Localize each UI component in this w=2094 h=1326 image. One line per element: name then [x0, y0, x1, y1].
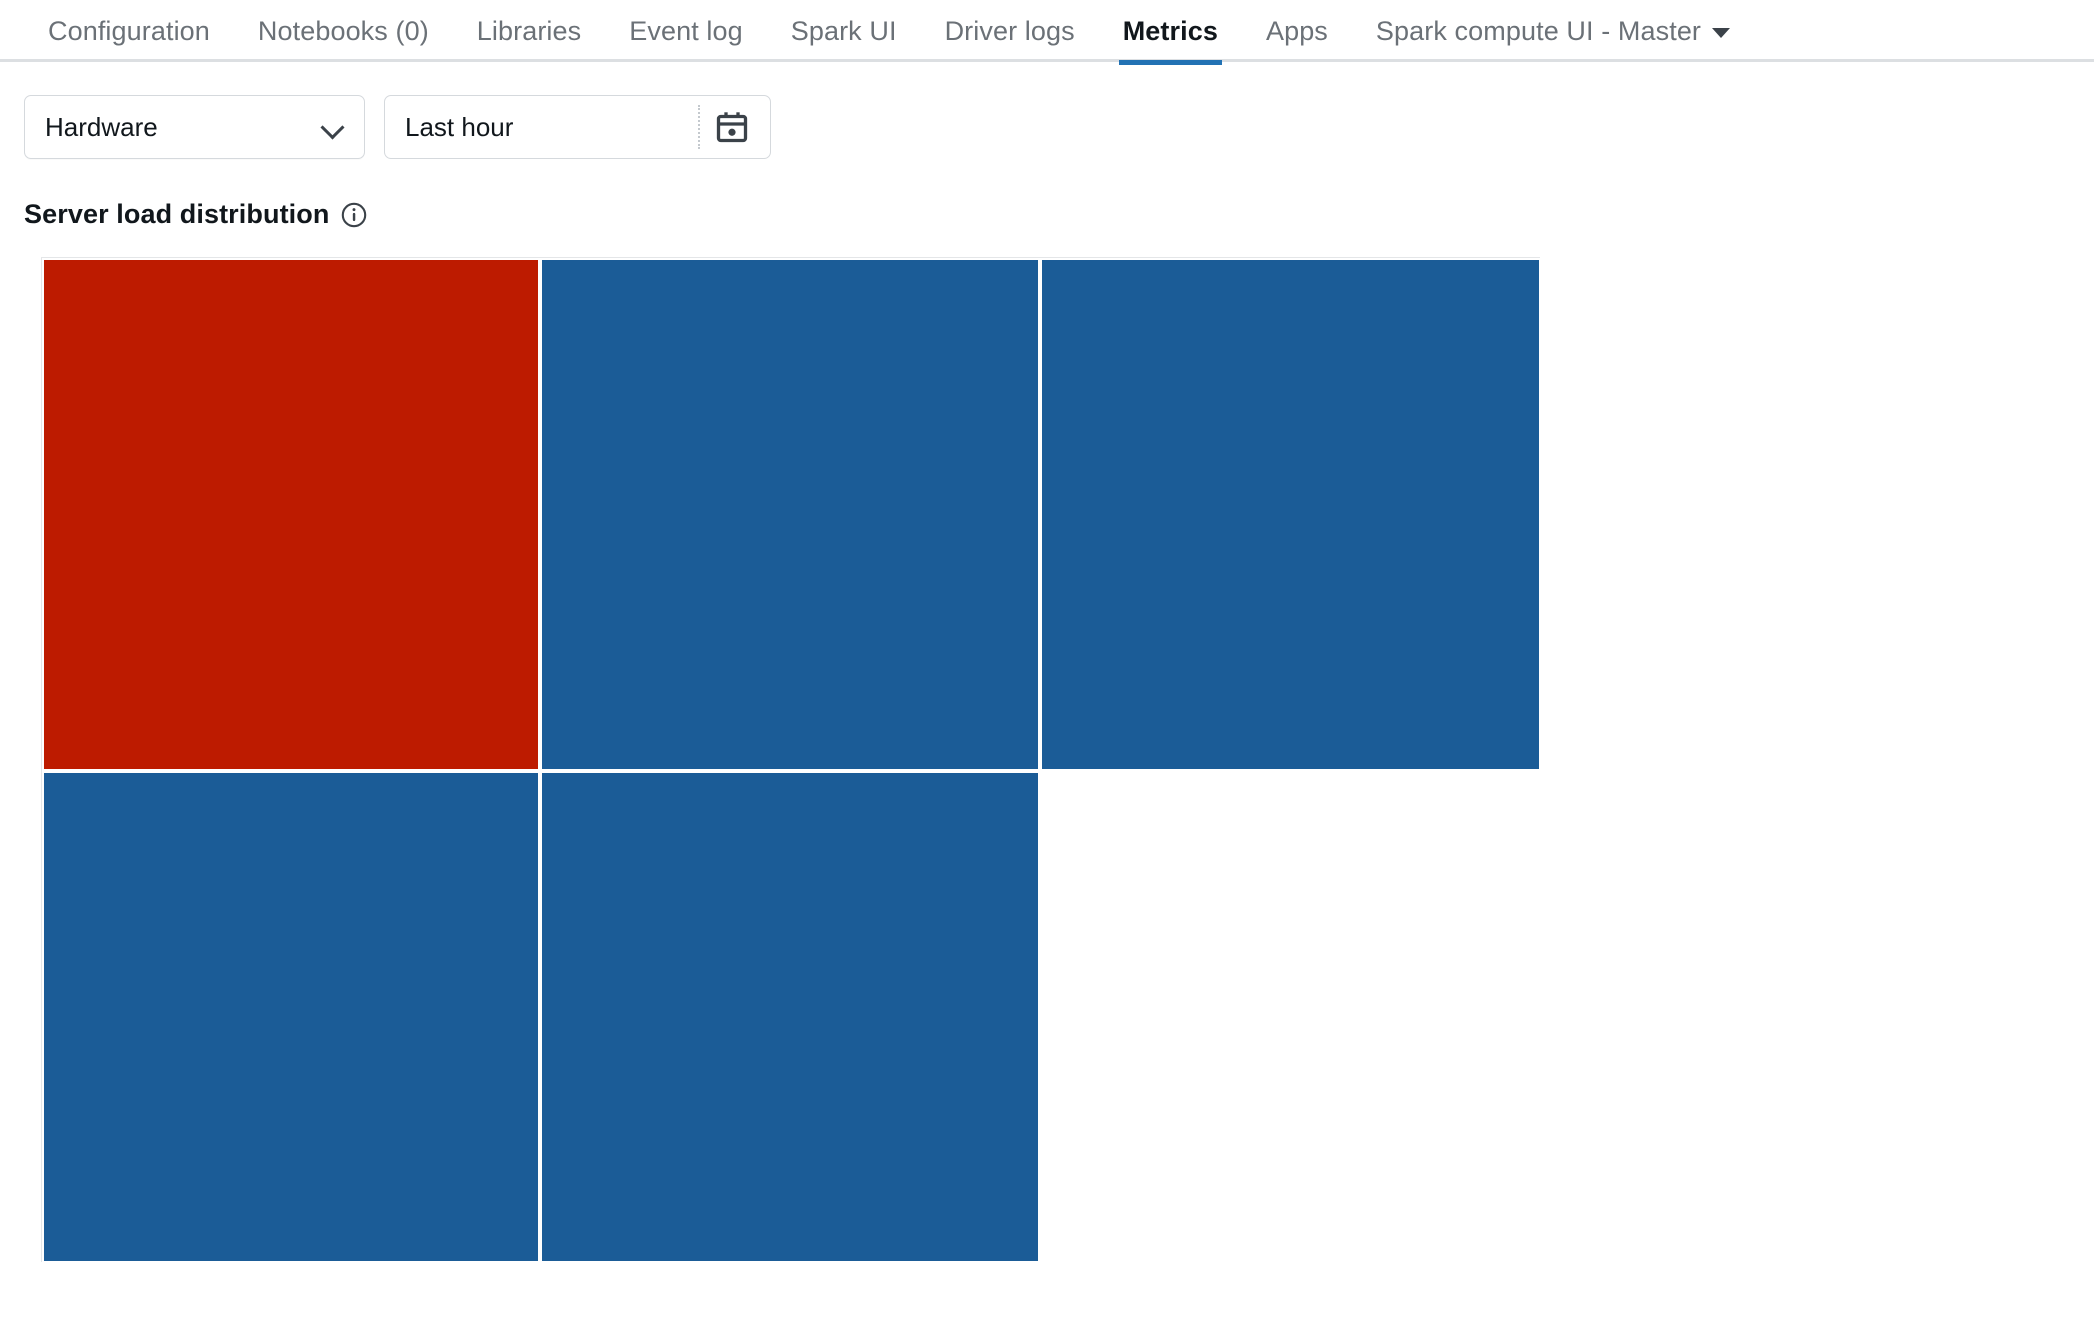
divider — [698, 105, 700, 149]
treemap-tile[interactable] — [1040, 258, 1541, 771]
metric-group-select[interactable]: Hardware — [24, 95, 365, 159]
tab-label: Libraries — [476, 15, 582, 46]
tab-event-log[interactable]: Event log — [605, 0, 766, 62]
tab-label: Spark UI — [790, 15, 897, 46]
tab-driver-logs[interactable]: Driver logs — [921, 0, 1099, 62]
tab-spark-ui[interactable]: Spark UI — [767, 0, 921, 62]
info-circle-icon[interactable] — [340, 201, 368, 229]
tab-notebooks[interactable]: Notebooks (0) — [234, 0, 453, 62]
tab-apps[interactable]: Apps — [1242, 0, 1352, 62]
section-header: Server load distribution — [0, 159, 2094, 230]
treemap-tile-empty[interactable] — [1040, 771, 1541, 1263]
tab-label: Apps — [1265, 15, 1328, 46]
compute-detail-tabbar: Configuration Notebooks (0) Libraries Ev… — [0, 0, 2094, 65]
calendar-icon[interactable] — [714, 109, 750, 145]
tab-label: Event log — [629, 15, 743, 46]
tab-label: Notebooks (0) — [257, 15, 429, 46]
chevron-down-icon — [322, 116, 344, 138]
time-range-value: Last hour — [405, 111, 514, 142]
treemap-tile[interactable] — [42, 771, 540, 1263]
tab-libraries[interactable]: Libraries — [453, 0, 605, 62]
tab-label: Metrics — [1122, 15, 1218, 46]
tab-metrics[interactable]: Metrics — [1099, 0, 1242, 65]
metric-group-value: Hardware — [45, 111, 158, 142]
time-range-picker[interactable]: Last hour — [384, 95, 771, 159]
page-title: Server load distribution — [24, 199, 330, 229]
tab-spark-compute-ui-master[interactable]: Spark compute UI - Master — [1352, 0, 1754, 62]
tab-label: Spark compute UI - Master — [1375, 15, 1702, 46]
metrics-filter-bar: Hardware Last hour — [0, 62, 2094, 159]
treemap-tile[interactable] — [42, 258, 540, 771]
tab-label: Driver logs — [944, 15, 1075, 46]
chevron-down-icon — [1712, 28, 1731, 38]
treemap-tile[interactable] — [540, 258, 1040, 771]
tab-label: Configuration — [48, 15, 210, 46]
tab-configuration[interactable]: Configuration — [24, 0, 234, 62]
treemap-tile[interactable] — [540, 771, 1040, 1263]
server-load-treemap — [41, 257, 1541, 1263]
